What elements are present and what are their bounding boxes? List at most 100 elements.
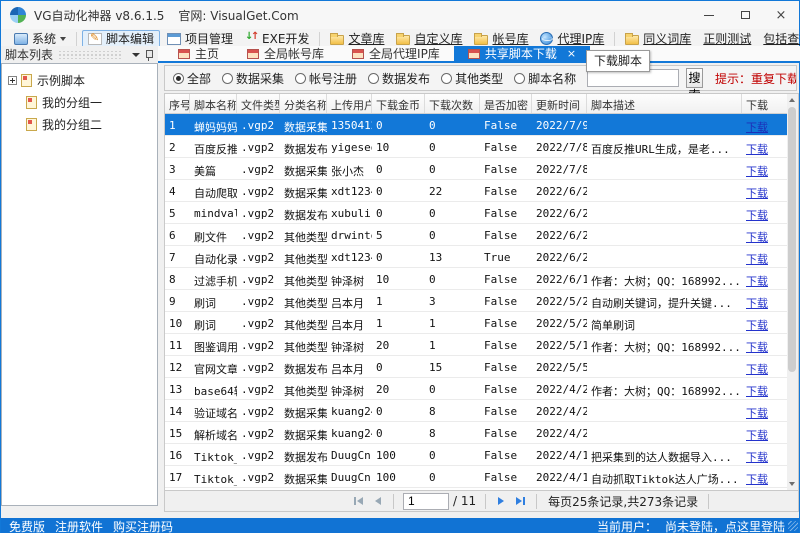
download-link[interactable]: 下载	[746, 407, 768, 420]
column-header-2[interactable]: 文件类型	[237, 94, 280, 113]
tree-item-2[interactable]: 我的分组二	[2, 113, 157, 135]
column-header-9[interactable]: 脚本描述	[587, 94, 742, 113]
panel-pin-icon[interactable]	[145, 49, 154, 61]
minimize-button[interactable]	[691, 1, 727, 29]
tree-item-0[interactable]: 示例脚本	[2, 69, 157, 91]
app-window: VG自动化神器 v8.6.1.5 官网: VisualGet.Com × 系统脚…	[0, 0, 800, 533]
scroll-down-arrow-icon[interactable]	[787, 478, 797, 490]
search-button[interactable]: 搜索	[686, 68, 703, 88]
tab-label: 全局帐号库	[264, 45, 324, 62]
filter-radio-0[interactable]: 全部	[173, 70, 211, 87]
first-page-button[interactable]	[348, 493, 368, 510]
download-link[interactable]: 下载	[746, 297, 768, 310]
download-link[interactable]: 下载	[746, 121, 768, 134]
toolbar-button-9[interactable]: 正则测试	[698, 30, 756, 48]
download-link[interactable]: 下载	[746, 385, 768, 398]
table-row[interactable]: 16Tiktok_达....vgp2数据发布DuugCn1000False202…	[165, 444, 798, 466]
column-header-6[interactable]: 下载次数	[425, 94, 480, 113]
tab-3[interactable]: 共享脚本下载×	[454, 46, 590, 61]
cell-1: 美篇	[190, 158, 237, 179]
cell-2: .vgp2	[237, 290, 280, 311]
download-link[interactable]: 下载	[746, 187, 768, 200]
cell-9	[587, 180, 742, 201]
table-row[interactable]: 9刷词.vgp2其他类型吕本月13False2022/5/27自动刷关键词，提升…	[165, 290, 798, 312]
panel-drag-texture	[58, 51, 122, 59]
column-header-1[interactable]: 脚本名称	[190, 94, 237, 113]
next-page-button[interactable]	[491, 493, 511, 510]
table-row[interactable]: 13base64转图片.vgp2其他类型钟泽树200False2022/4/20…	[165, 378, 798, 400]
download-link[interactable]: 下载	[746, 319, 768, 332]
toolbar-separator	[319, 32, 320, 46]
table-row[interactable]: 8过滤手机....vgp2其他类型钟泽树100False2022/6/16作者：…	[165, 268, 798, 290]
filter-radio-3[interactable]: 数据发布	[368, 70, 430, 87]
toolbar-button-8[interactable]: 同义词库	[620, 30, 696, 48]
login-link[interactable]: 尚未登陆，点这里登陆	[665, 518, 785, 533]
filter-radio-5[interactable]: 脚本名称	[514, 70, 576, 87]
filter-radio-4[interactable]: 其他类型	[441, 70, 503, 87]
column-header-7[interactable]: 是否加密	[480, 94, 532, 113]
maximize-button[interactable]	[727, 1, 763, 29]
cell-3: 其他类型	[280, 224, 327, 245]
column-header-5[interactable]: 下载金币	[372, 94, 425, 113]
panel-menu-chevron-down-icon[interactable]	[132, 53, 140, 57]
cell-4: 吕本月	[327, 290, 372, 311]
buy-license-link[interactable]: 购买注册码	[113, 518, 173, 533]
table-row[interactable]: 14验证域名1.vgp2数据采集kuang245229908False2022/…	[165, 400, 798, 422]
cell-6: 8	[425, 422, 480, 443]
cell-8: 2022/6/28	[532, 180, 587, 201]
download-link[interactable]: 下载	[746, 451, 768, 464]
table-row[interactable]: 4自动爬取数据.vgp2数据采集xdt12345022False2022/6/2…	[165, 180, 798, 202]
cell-4: 张小杰	[327, 158, 372, 179]
filter-radio-2[interactable]: 帐号注册	[295, 70, 357, 87]
download-link[interactable]: 下载	[746, 165, 768, 178]
tab-1[interactable]: 全局帐号库	[233, 46, 338, 61]
table-row[interactable]: 3美篇.vgp2数据采集张小杰00False2022/7/8下载	[165, 158, 798, 180]
window-resize-grip[interactable]	[788, 521, 798, 531]
register-software-link[interactable]: 注册软件	[55, 518, 103, 533]
download-link[interactable]: 下载	[746, 209, 768, 222]
column-header-8[interactable]: 更新时间	[532, 94, 587, 113]
download-link[interactable]: 下载	[746, 253, 768, 266]
tab-0[interactable]: 主页	[164, 46, 233, 61]
toolbar-button-0[interactable]: 系统	[9, 30, 71, 48]
cell-2: .vgp2	[237, 180, 280, 201]
table-row[interactable]: 15解析域名1.vgp2数据采集kuang245229908False2022/…	[165, 422, 798, 444]
toolbar-button-10[interactable]: 包括查找	[758, 30, 800, 48]
table-row[interactable]: 5mindvalley.vgp2数据发布xubuli00False2022/6/…	[165, 202, 798, 224]
table-row[interactable]: 12官网文章.vgp2数据发布吕本月015False2022/5/5下载	[165, 356, 798, 378]
table-row[interactable]: 7自动化录....vgp2其他类型xdt12345013True2022/6/2…	[165, 246, 798, 268]
download-link[interactable]: 下载	[746, 143, 768, 156]
column-header-4[interactable]: 上传用户	[327, 94, 372, 113]
tree-expander-plus-icon[interactable]	[8, 76, 17, 85]
scroll-up-arrow-icon[interactable]	[787, 94, 797, 106]
table-row[interactable]: 10刷词.vgp2其他类型吕本月11False2022/5/25简单刷词下载	[165, 312, 798, 334]
tab-close-icon[interactable]: ×	[567, 47, 576, 60]
vertical-scrollbar[interactable]	[787, 93, 799, 491]
column-header-10[interactable]: 下载	[742, 94, 788, 113]
download-link[interactable]: 下载	[746, 429, 768, 442]
filter-radio-1[interactable]: 数据采集	[222, 70, 284, 87]
cell-2: .vgp2	[237, 114, 280, 135]
page-number-input[interactable]	[403, 493, 449, 510]
column-header-0[interactable]: 序号	[165, 94, 190, 113]
table-row[interactable]: 2百度反推....vgp2数据发布yigeseo100False2022/7/8…	[165, 136, 798, 158]
last-page-button[interactable]	[511, 493, 531, 510]
table-row[interactable]: 17Tiktok_达....vgp2数据采集DuugCn1000False202…	[165, 466, 798, 488]
column-header-3[interactable]: 分类名称	[280, 94, 327, 113]
toolbar-button-1[interactable]: 脚本编辑	[82, 30, 160, 48]
tree-item-1[interactable]: 我的分组一	[2, 91, 157, 113]
scrollbar-thumb[interactable]	[788, 107, 796, 372]
download-link[interactable]: 下载	[746, 363, 768, 376]
table-row[interactable]: 11图鉴调用.vgp2其他类型钟泽树201False2022/5/17作者：大树…	[165, 334, 798, 356]
tab-2[interactable]: 全局代理IP库	[338, 46, 454, 61]
table-row[interactable]: 1蝉妈妈妈.vgp2数据采集1350412101400False2022/7/9…	[165, 114, 798, 136]
previous-page-button[interactable]	[368, 493, 388, 510]
download-link[interactable]: 下载	[746, 341, 768, 354]
download-link[interactable]: 下载	[746, 275, 768, 288]
download-link[interactable]: 下载	[746, 473, 768, 486]
close-button[interactable]: ×	[763, 1, 799, 29]
table-row[interactable]: 6刷文件.vgp2其他类型drwinter50False2022/6/25下载	[165, 224, 798, 246]
cell-3: 其他类型	[280, 246, 327, 267]
download-link[interactable]: 下载	[746, 231, 768, 244]
cell-9: 自动抓取Tiktok达人广场...	[587, 466, 742, 487]
